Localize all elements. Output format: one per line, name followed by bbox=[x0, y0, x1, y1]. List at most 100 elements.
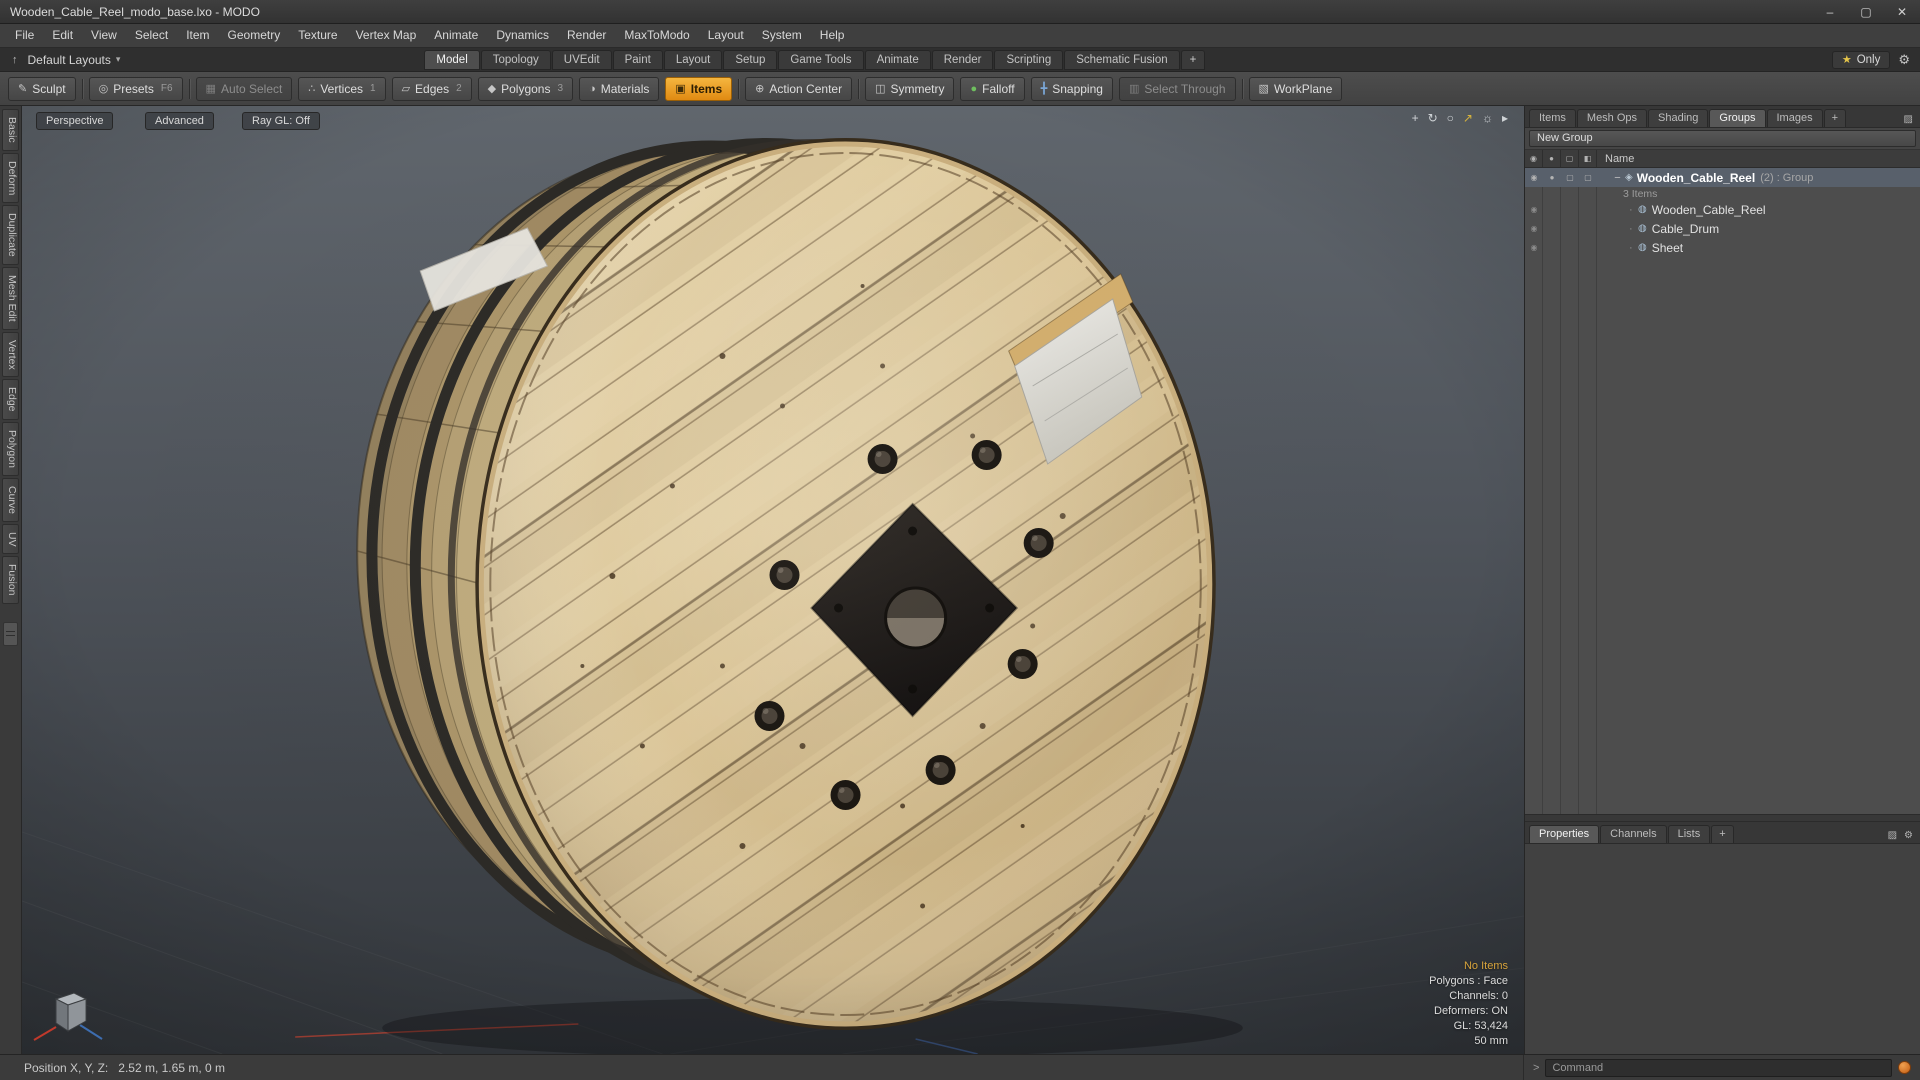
symmetry-button[interactable]: ◫ Symmetry bbox=[865, 76, 955, 101]
tab-game-tools[interactable]: Game Tools bbox=[778, 49, 864, 70]
tab-setup[interactable]: Setup bbox=[723, 49, 778, 70]
sculpt-button[interactable]: ✎ Sculpt bbox=[8, 76, 76, 101]
eye-icon[interactable]: ◉ bbox=[1525, 219, 1543, 238]
lock-toggle-icon[interactable]: ▢ bbox=[1561, 168, 1579, 187]
vertices-mode-button[interactable]: ∴ Vertices 1 bbox=[298, 76, 386, 101]
gear-icon[interactable]: ⚙ bbox=[1898, 52, 1910, 68]
add-tab-button[interactable]: + bbox=[1180, 49, 1206, 70]
menu-view[interactable]: View bbox=[82, 24, 126, 47]
menu-vertex-map[interactable]: Vertex Map bbox=[347, 24, 426, 47]
tab-channels[interactable]: Channels bbox=[1600, 825, 1667, 843]
tab-uvedit[interactable]: UVEdit bbox=[551, 49, 612, 70]
eye-icon[interactable]: ◉ bbox=[1525, 200, 1543, 219]
tab-images[interactable]: Images bbox=[1766, 109, 1823, 127]
tab-model[interactable]: Model bbox=[424, 49, 480, 70]
tab-groups[interactable]: Groups bbox=[1709, 109, 1766, 127]
toolbox-tab-uv[interactable]: UV bbox=[2, 523, 19, 555]
eye-icon[interactable]: ◉ bbox=[1525, 238, 1543, 257]
layout-preset-dropdown[interactable]: Default Layouts ▾ bbox=[24, 53, 125, 67]
menu-system[interactable]: System bbox=[753, 24, 811, 47]
tree-row-wooden-cable-reel[interactable]: ◉ · ◍ Wooden_Cable_Reel bbox=[1525, 200, 1920, 219]
command-input[interactable] bbox=[1545, 1058, 1892, 1077]
panel-expand-icon[interactable]: ▨ bbox=[1888, 830, 1897, 841]
viewport-3d[interactable]: Perspective Advanced Ray GL: Off + ↻ ○ ↗… bbox=[22, 106, 1524, 1054]
toolbox-tab-duplicate[interactable]: Duplicate bbox=[2, 205, 19, 265]
menu-maxtomodo[interactable]: MaxToModo bbox=[615, 24, 698, 47]
items-mode-button[interactable]: ▣ Items bbox=[665, 76, 733, 101]
command-prompt-icon[interactable]: > bbox=[1533, 1062, 1539, 1074]
zoom-icon[interactable]: ○ bbox=[1447, 111, 1454, 125]
panel-expand-icon[interactable]: ▨ bbox=[1904, 114, 1913, 125]
maximize-button[interactable]: ▢ bbox=[1848, 0, 1884, 23]
fit-view-icon[interactable]: ↗ bbox=[1463, 111, 1473, 125]
toolbox-tab-fusion[interactable]: Fusion bbox=[2, 556, 19, 604]
toolbox-tab-edge[interactable]: Edge bbox=[2, 379, 19, 420]
falloff-button[interactable]: ● Falloff bbox=[960, 76, 1025, 101]
tree-row-sheet[interactable]: ◉ · ◍ Sheet bbox=[1525, 238, 1920, 257]
render-column-icon[interactable]: ● bbox=[1543, 150, 1561, 167]
render-toggle-icon[interactable]: ● bbox=[1543, 168, 1561, 187]
menu-layout[interactable]: Layout bbox=[699, 24, 753, 47]
menu-render[interactable]: Render bbox=[558, 24, 615, 47]
shading-mode-button[interactable]: Advanced bbox=[145, 112, 214, 130]
add-prop-tab-button[interactable]: + bbox=[1711, 825, 1734, 843]
polygons-mode-button[interactable]: ◆ Polygons 3 bbox=[477, 76, 574, 101]
toolbox-tab-polygon[interactable]: Polygon bbox=[2, 421, 19, 476]
only-toggle[interactable]: ★ Only bbox=[1831, 50, 1891, 69]
menu-dynamics[interactable]: Dynamics bbox=[487, 24, 558, 47]
menu-animate[interactable]: Animate bbox=[425, 24, 487, 47]
tab-animate[interactable]: Animate bbox=[864, 49, 931, 70]
tab-properties[interactable]: Properties bbox=[1529, 825, 1600, 843]
filter-column-icon[interactable]: ◧ bbox=[1579, 150, 1597, 167]
filter-toggle-icon[interactable]: ▢ bbox=[1579, 168, 1597, 187]
close-button[interactable]: ✕ bbox=[1884, 0, 1920, 23]
toolbox-tab-vertex[interactable]: Vertex bbox=[2, 331, 19, 378]
viewport-settings-icon[interactable]: ☼ bbox=[1482, 111, 1493, 125]
collapse-icon[interactable]: − bbox=[1611, 172, 1624, 184]
view-type-button[interactable]: Perspective bbox=[36, 112, 114, 130]
presets-button[interactable]: ◎ Presets F6 bbox=[88, 76, 183, 101]
menu-help[interactable]: Help bbox=[811, 24, 854, 47]
tab-render[interactable]: Render bbox=[931, 49, 994, 70]
viewport-expand-icon[interactable]: ▸ bbox=[1502, 111, 1508, 125]
tab-topology[interactable]: Topology bbox=[480, 49, 551, 70]
snapping-button[interactable]: ╋ Snapping bbox=[1030, 76, 1113, 101]
layouts-up-icon[interactable]: ↑ bbox=[6, 54, 24, 66]
menu-file[interactable]: File bbox=[6, 24, 43, 47]
menu-geometry[interactable]: Geometry bbox=[219, 24, 290, 47]
minimize-button[interactable]: – bbox=[1812, 0, 1848, 23]
panel-splitter[interactable] bbox=[1525, 814, 1920, 822]
toolbox-tab-mesh-edit[interactable]: Mesh Edit bbox=[2, 266, 19, 330]
toolbox-tab-basic[interactable]: Basic bbox=[2, 109, 19, 151]
tab-mesh-ops[interactable]: Mesh Ops bbox=[1576, 109, 1648, 127]
action-center-button[interactable]: ⊕ Action Center bbox=[745, 76, 853, 101]
tab-lists[interactable]: Lists bbox=[1667, 825, 1711, 843]
tab-paint[interactable]: Paint bbox=[612, 49, 663, 70]
panel-grip-handle[interactable] bbox=[3, 621, 18, 646]
viewport-canvas[interactable] bbox=[22, 106, 1524, 1054]
tab-layout[interactable]: Layout bbox=[663, 49, 723, 70]
new-group-button[interactable]: New Group bbox=[1529, 130, 1916, 147]
toolbox-tab-curve[interactable]: Curve bbox=[2, 477, 19, 522]
pan-icon[interactable]: + bbox=[1412, 111, 1419, 125]
menu-select[interactable]: Select bbox=[126, 24, 177, 47]
add-list-tab-button[interactable]: + bbox=[1823, 109, 1847, 127]
tab-items[interactable]: Items bbox=[1529, 109, 1576, 127]
toolbox-tab-deform[interactable]: Deform bbox=[2, 152, 19, 204]
tab-shading[interactable]: Shading bbox=[1648, 109, 1709, 127]
menu-edit[interactable]: Edit bbox=[43, 24, 82, 47]
menu-item[interactable]: Item bbox=[177, 24, 218, 47]
eye-icon[interactable]: ◉ bbox=[1525, 168, 1543, 187]
auto-select-button[interactable]: ▦ Auto Select bbox=[195, 76, 293, 101]
tab-scripting[interactable]: Scripting bbox=[994, 49, 1064, 70]
select-through-button[interactable]: ▥ Select Through bbox=[1118, 76, 1236, 101]
lock-column-icon[interactable]: ▢ bbox=[1561, 150, 1579, 167]
rotate-icon[interactable]: ↻ bbox=[1428, 111, 1438, 125]
command-status-dot[interactable] bbox=[1898, 1061, 1911, 1074]
tree-row-group-root[interactable]: ◉ ● ▢ ▢ − ◈ Wooden_Cable_Reel (2) : Grou… bbox=[1525, 168, 1920, 187]
raygl-button[interactable]: Ray GL: Off bbox=[242, 112, 320, 130]
visibility-column-icon[interactable]: ◉ bbox=[1525, 150, 1543, 167]
workplane-button[interactable]: ▧ WorkPlane bbox=[1248, 76, 1343, 101]
tree-row-cable-drum[interactable]: ◉ · ◍ Cable_Drum bbox=[1525, 219, 1920, 238]
edges-mode-button[interactable]: ▱ Edges 2 bbox=[391, 76, 472, 101]
